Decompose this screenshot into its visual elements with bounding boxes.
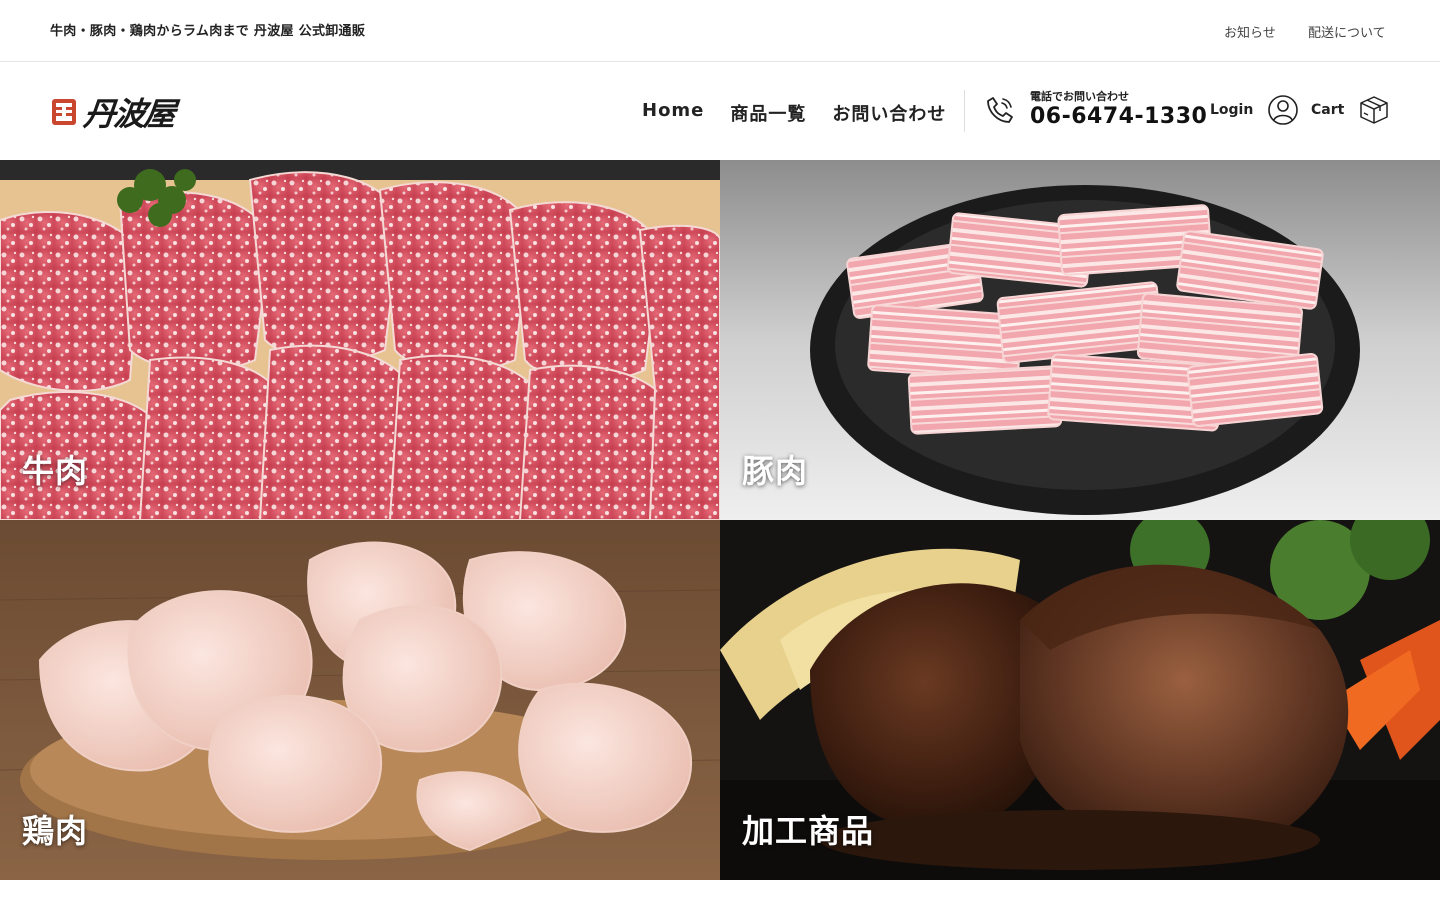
category-tile-beef[interactable]: 牛肉 bbox=[0, 160, 720, 520]
chicken-image bbox=[0, 520, 720, 880]
phone-number[interactable]: 06-6474-1330 bbox=[1030, 104, 1207, 129]
site-header: 丹波屋 Home 商品一覧 お問い合わせ 電話でお問い合わせ 06-6474-1… bbox=[0, 62, 1440, 160]
logo-text: 丹波屋 bbox=[81, 95, 176, 133]
nav-home[interactable]: Home bbox=[642, 100, 704, 126]
login-label: Login bbox=[1210, 102, 1254, 118]
nav-products[interactable]: 商品一覧 bbox=[730, 100, 806, 126]
pork-image bbox=[720, 160, 1440, 520]
category-tile-chicken[interactable]: 鶏肉 bbox=[0, 520, 720, 880]
category-label-chicken: 鶏肉 bbox=[22, 812, 89, 850]
shipping-info-link[interactable]: 配送について bbox=[1308, 22, 1386, 41]
site-tagline: 牛肉・豚肉・鶏肉からラム肉まで 丹波屋 公式卸通販 bbox=[50, 24, 366, 39]
header-divider bbox=[964, 90, 965, 132]
site-logo[interactable]: 丹波屋 bbox=[50, 92, 176, 133]
top-announcement-bar: 牛肉・豚肉・鶏肉からラム肉まで 丹波屋 公式卸通販 お知らせ 配送について bbox=[0, 0, 1440, 62]
category-tile-pork[interactable]: 豚肉 bbox=[720, 160, 1440, 520]
category-label-processed: 加工商品 bbox=[742, 812, 875, 850]
category-label-beef: 牛肉 bbox=[22, 452, 89, 490]
user-icon bbox=[1268, 95, 1299, 125]
cart-button[interactable]: Cart bbox=[1311, 94, 1390, 126]
category-grid: 牛肉 豚肉 鶏肉 加工商品 bbox=[0, 160, 1440, 880]
logo-emblem-icon bbox=[52, 99, 76, 125]
nav-contact[interactable]: お問い合わせ bbox=[832, 100, 946, 126]
news-link[interactable]: お知らせ bbox=[1224, 22, 1276, 41]
category-label-pork: 豚肉 bbox=[742, 452, 809, 490]
main-nav: Home 商品一覧 お問い合わせ bbox=[642, 100, 946, 126]
category-tile-processed[interactable]: 加工商品 bbox=[720, 520, 1440, 880]
phone-label: 電話でお問い合わせ bbox=[1030, 90, 1129, 103]
cart-label: Cart bbox=[1311, 102, 1345, 118]
beef-image bbox=[0, 160, 720, 520]
phone-icon bbox=[987, 97, 1013, 123]
cart-box-icon bbox=[1360, 96, 1389, 124]
login-button[interactable]: Login bbox=[1210, 94, 1299, 126]
